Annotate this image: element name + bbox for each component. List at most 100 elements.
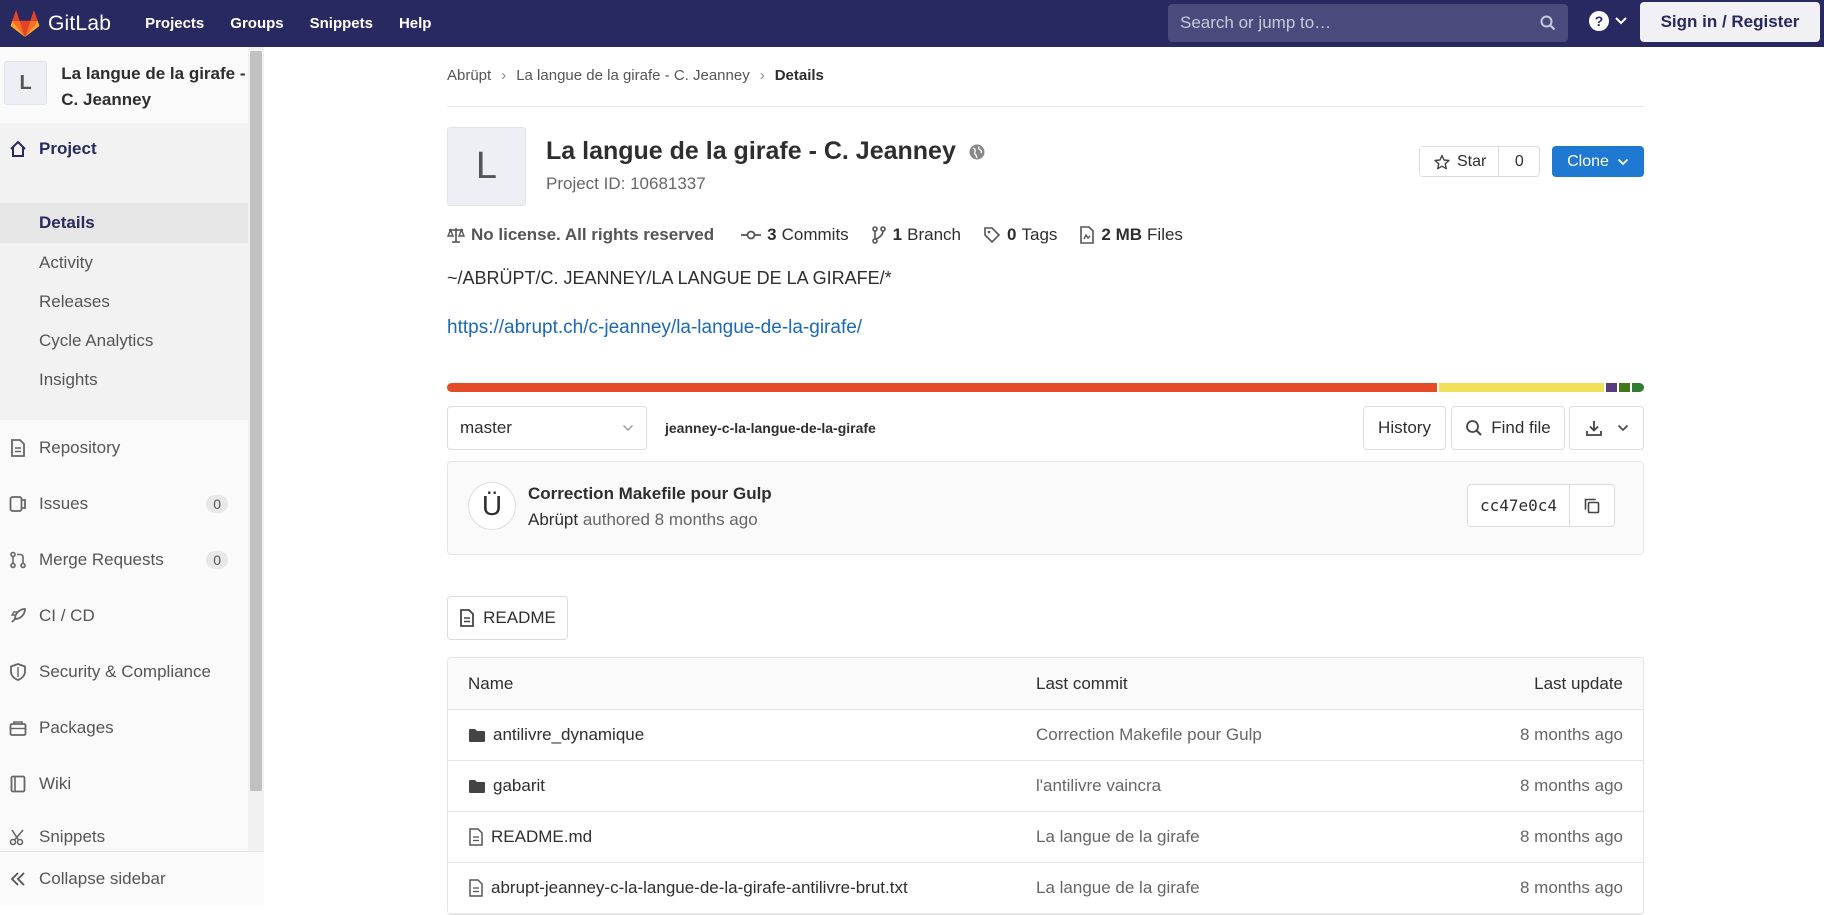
table-row[interactable]: antilivre_dynamique Correction Makefile … [448,710,1643,761]
sidebar-item-label: Snippets [39,827,106,846]
search-box[interactable] [1168,4,1568,42]
download-icon [1585,421,1602,436]
file-last-commit-link[interactable]: Correction Makefile pour Gulp [1036,725,1262,745]
book-icon [8,774,28,794]
branches-stat[interactable]: 1 Branch [871,225,961,245]
file-last-commit-link[interactable]: La langue de la girafe [1036,878,1200,898]
commits-count: 3 [767,225,777,244]
tags-stat[interactable]: 0 Tags [983,225,1057,245]
readme-button[interactable]: README [447,596,568,640]
sidebar-project-header[interactable]: L La langue de la girafe - C. Jeanney [0,47,248,123]
last-commit-box: Ü Correction Makefile pour Gulp Abrüpt a… [447,461,1644,555]
branch-select[interactable]: master [447,406,647,450]
find-file-label: Find file [1491,418,1551,437]
find-file-button[interactable]: Find file [1451,406,1565,450]
language-segment[interactable] [1439,383,1604,392]
nav-link-projects[interactable]: Projects [145,15,204,32]
sidebar-item-project[interactable]: Project [0,123,248,175]
star-label: Star [1457,152,1487,170]
branch-label: Branch [907,225,962,244]
file-name-link[interactable]: gabarit [493,776,545,796]
commits-stat[interactable]: 3 Commits [741,225,849,245]
project-stats: No license. All rights reserved 3 Commit… [447,225,1205,245]
file-name-cell: README.md [468,827,592,847]
commit-meta: Abrüpt authored 8 months ago [528,510,758,530]
sidebar-item-repository[interactable]: Repository [0,423,248,473]
breadcrumb-current[interactable]: Details [775,67,824,84]
language-segment[interactable] [447,383,1438,392]
nav-link-groups[interactable]: Groups [230,15,283,32]
merge-requests-count-badge: 0 [206,551,228,569]
nav-links: Projects Groups Snippets Help [145,0,457,47]
table-row[interactable]: abrupt-jeanney-c-la-langue-de-la-girafe-… [448,863,1643,914]
repo-path-link[interactable]: jeanney-c-la-langue-de-la-girafe [665,420,876,436]
download-dropdown-button[interactable] [1569,406,1644,450]
column-header-last-commit: Last commit [1036,673,1128,693]
sidebar-subitem-cycle-analytics[interactable]: Cycle Analytics [0,321,248,361]
commits-label: Commits [781,225,849,244]
language-segment[interactable] [1619,383,1631,392]
repository-languages-bar[interactable] [447,383,1644,392]
clone-dropdown-button[interactable]: Clone [1552,146,1644,177]
chevron-down-icon [1617,158,1629,165]
commit-author-link[interactable]: Abrüpt [528,510,578,529]
doc-icon [8,438,28,458]
file-name-cell: abrupt-jeanney-c-la-langue-de-la-girafe-… [468,878,908,898]
column-header-last-update: Last update [1534,673,1623,693]
file-last-update: 8 months ago [1519,827,1623,846]
sidebar-item-security-compliance[interactable]: Security & Compliance [0,647,248,697]
files-stat[interactable]: 2 MB Files [1079,225,1183,245]
sidebar-item-issues[interactable]: Issues 0 [0,479,248,529]
star-icon [1434,154,1450,169]
sidebar-item-packages[interactable]: Packages [0,703,248,753]
breadcrumb-group-link[interactable]: Abrüpt [447,67,491,84]
language-segment[interactable] [1605,383,1618,392]
sidebar-item-merge-requests[interactable]: Merge Requests 0 [0,535,248,585]
table-row[interactable]: README.md La langue de la girafe 8 month… [448,812,1643,863]
nav-link-snippets[interactable]: Snippets [310,15,373,32]
history-button[interactable]: History [1363,406,1446,450]
collapse-sidebar-button[interactable]: Collapse sidebar [0,851,264,905]
search-input[interactable] [1180,13,1540,33]
sidebar-subitem-releases[interactable]: Releases [0,282,248,322]
sidebar-project-name: La langue de la girafe - C. Jeanney [61,64,246,109]
language-segment[interactable] [1632,383,1644,392]
sidebar-subitem-activity[interactable]: Activity [0,243,248,283]
table-row[interactable]: gabarit l'antilivre vaincra 8 months ago [448,761,1643,812]
file-name-link[interactable]: README.md [491,827,592,847]
file-name-cell: gabarit [468,776,545,796]
chevron-right-icon: › [501,67,507,84]
file-last-update: 8 months ago [1519,725,1623,744]
clone-label: Clone [1567,152,1609,170]
sidebar-scrollbar-thumb[interactable] [250,51,262,791]
project-website-link[interactable]: https://abrupt.ch/c-jeanney/la-langue-de… [447,317,862,339]
commit-sha-link[interactable]: cc47e0c4 [1468,485,1571,526]
copy-sha-button[interactable] [1570,485,1614,526]
file-last-commit-link[interactable]: l'antilivre vaincra [1036,776,1161,796]
sidebar-item-label: Activity [39,253,93,272]
file-name-link[interactable]: abrupt-jeanney-c-la-langue-de-la-girafe-… [491,878,908,898]
home-icon [8,139,28,159]
tree-controls: master jeanney-c-la-langue-de-la-girafe … [447,406,1644,450]
file-last-commit-link[interactable]: La langue de la girafe [1036,827,1200,847]
scissors-icon [8,827,28,847]
sidebar-item-wiki[interactable]: Wiki [0,759,248,809]
signin-register-button[interactable]: Sign in / Register [1640,2,1820,42]
sidebar-item-ci-cd[interactable]: CI / CD [0,591,248,641]
file-last-update: 8 months ago [1519,776,1623,795]
breadcrumb-project-link[interactable]: La langue de la girafe - C. Jeanney [516,67,750,84]
sidebar-item-label: Details [39,213,95,232]
commit-author-avatar[interactable]: Ü [468,482,516,530]
help-dropdown[interactable]: ? [1588,10,1628,32]
gitlab-logo-link[interactable]: GitLab [10,0,111,47]
sidebar-subitem-details[interactable]: Details [0,203,248,243]
file-name-link[interactable]: antilivre_dynamique [493,725,644,745]
files-label: Files [1147,225,1183,244]
star-count[interactable]: 0 [1499,147,1539,176]
star-button[interactable]: Star [1420,147,1500,176]
nav-link-help[interactable]: Help [399,15,432,32]
tags-label: Tags [1021,225,1058,244]
sidebar-subitem-insights[interactable]: Insights [0,360,248,400]
commit-title-link[interactable]: Correction Makefile pour Gulp [528,484,772,504]
gitlab-logo-icon [10,9,40,37]
